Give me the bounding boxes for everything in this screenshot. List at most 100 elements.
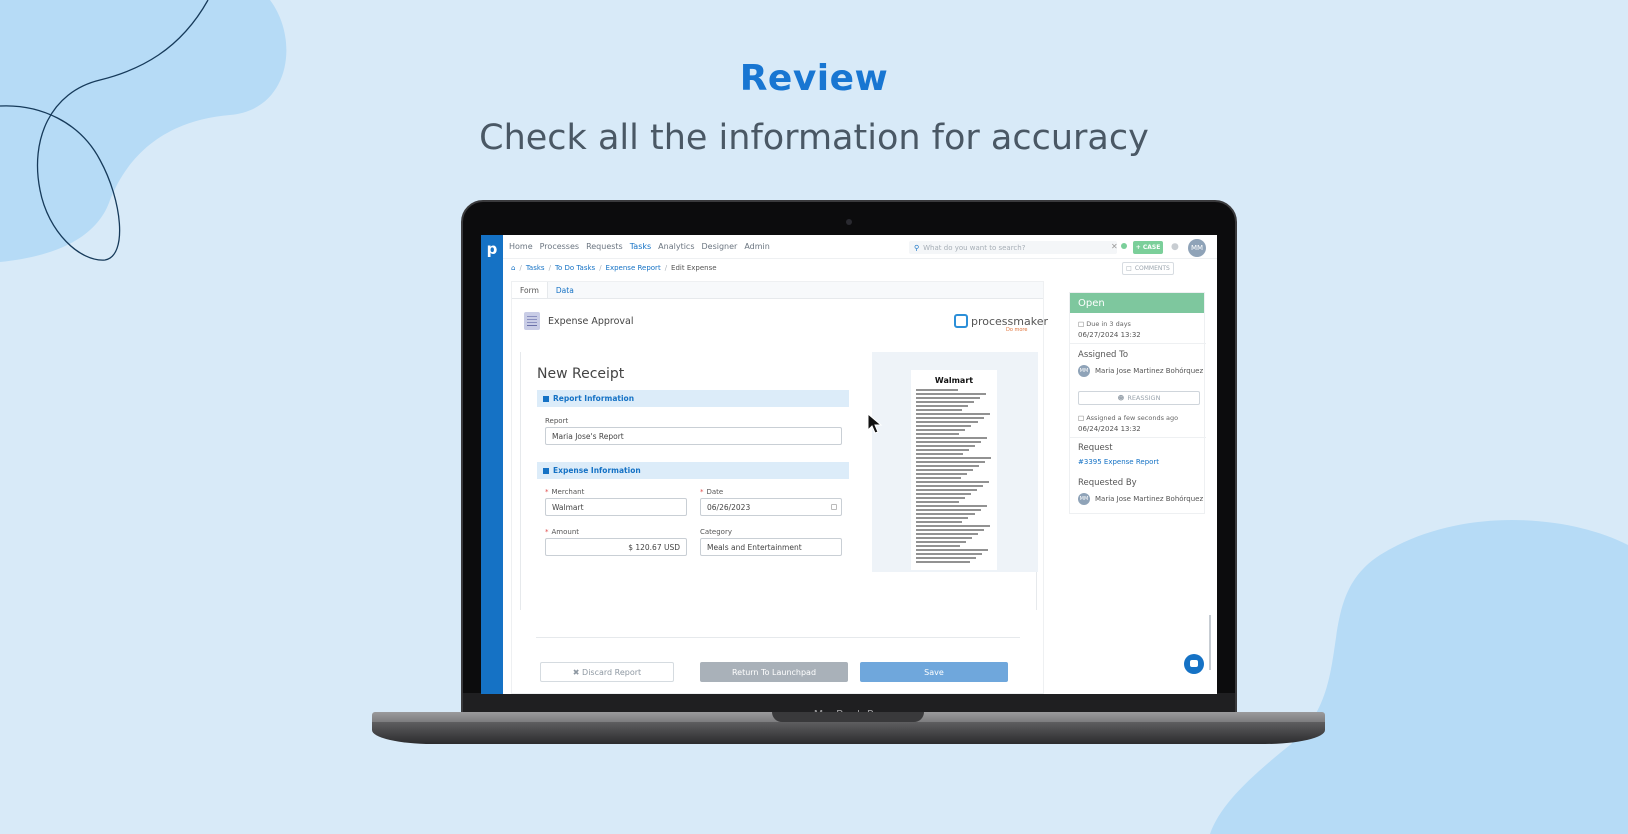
section-expense-information[interactable]: Expense Information [537,462,849,479]
receipt-text-line [916,397,980,399]
comment-icon: □ [1126,265,1132,272]
request-link[interactable]: #3395 Expense Report [1078,458,1159,466]
merchant-field[interactable]: Walmart [545,498,687,516]
date-value: 06/26/2023 [707,502,751,512]
nav-requests[interactable]: Requests [586,242,623,251]
logo-tagline: Do more [1006,327,1028,333]
scrollbar[interactable] [1209,615,1211,670]
search-input[interactable]: ⚲ What do you want to search? [909,241,1117,254]
receipt-text-line [916,449,970,451]
new-case-button[interactable]: + CASE [1133,241,1163,254]
breadcrumb-current: Edit Expense [671,264,717,272]
amount-field[interactable]: $ 120.67 USD [545,538,687,556]
laptop-base [372,722,1325,744]
comments-button[interactable]: □ COMMENTS [1122,262,1174,275]
assigned-ago: □ Assigned a few seconds ago [1078,414,1179,422]
assignee-name: Maria Jose Martinez Bohórquez [1095,367,1204,375]
return-to-launchpad-button[interactable]: Return To Launchpad [700,662,848,682]
section-report-information[interactable]: Report Information [537,390,849,407]
date-field[interactable]: 06/26/2023 [700,498,842,516]
merchant-value: Walmart [552,502,584,512]
hero-subtitle: Check all the information for accuracy [479,118,1149,158]
user-avatar[interactable]: MM [1188,239,1206,257]
receipt-text-line [916,405,968,407]
receipt-text-line [916,457,992,459]
assignee-row: MM Maria Jose Martinez Bohórquez [1078,365,1203,377]
background-shape-bottom-right [1210,520,1628,834]
divider [1070,437,1206,438]
breadcrumb-todo-tasks[interactable]: To Do Tasks [555,264,595,272]
avatar: MM [1078,493,1090,505]
nav-designer[interactable]: Designer [702,242,738,251]
breadcrumb-expense-report[interactable]: Expense Report [606,264,661,272]
required-marker: * [545,528,549,536]
tab-form[interactable]: Form [512,282,548,298]
receipt-text-line [916,553,983,555]
save-button[interactable]: Save [860,662,1008,682]
reassign-label: REASSIGN [1127,394,1161,402]
report-label: Report [545,417,569,425]
section-toggle-icon [543,395,549,402]
laptop-notch [772,712,924,722]
date-label: * Date [700,488,724,496]
category-value: Meals and Entertainment [707,542,802,552]
merchant-label: * Merchant [545,488,585,496]
nav-tasks[interactable]: Tasks [630,242,651,251]
home-icon[interactable]: ⌂ [511,264,515,272]
calendar-icon[interactable] [831,504,837,510]
comments-label: COMMENTS [1134,265,1170,272]
receipt-text-line [916,389,958,391]
receipt-text-line [916,453,964,455]
clear-search-icon[interactable]: ✕ [1111,242,1118,251]
processmaker-mark-icon [954,314,968,328]
receipt-text-line [916,505,987,507]
assigned-to-heading: Assigned To [1078,350,1129,360]
receipt-text-line [916,497,965,499]
calendar-icon: □ [1078,320,1087,328]
section-toggle-icon [543,467,549,474]
receipt-text-line [916,549,989,551]
divider [1070,343,1206,344]
search-placeholder: What do you want to search? [923,243,1026,252]
receipt-text-line [916,461,986,463]
receipt-text-line [916,561,970,563]
receipt-text-line [916,517,969,519]
processmaker-logo-icon[interactable]: p [486,241,498,257]
bell-icon[interactable]: ● [1171,242,1179,252]
receipt-text-line [916,541,967,543]
request-heading: Request [1078,443,1113,453]
app-screen: p Home Processes Requests Tasks Analytic… [481,235,1217,694]
nav-analytics[interactable]: Analytics [658,242,694,251]
nav-processes[interactable]: Processes [540,242,579,251]
processmaker-logo: processmaker Do more [954,314,1048,333]
receipt-preview: Walmart [872,352,1038,572]
receipt-text-line [916,433,960,435]
tab-data[interactable]: Data [548,282,582,298]
requester-name: Maria Jose Martinez Bohórquez [1095,495,1204,503]
breadcrumb-tasks[interactable]: Tasks [526,264,545,272]
form-panel: Form Data Expense Approval processmaker … [511,281,1048,694]
reassign-button[interactable]: ☻ REASSIGN [1078,391,1200,405]
receipt-text-line [916,469,973,471]
request-info: Request #3395 Expense Report [1078,443,1159,466]
nav-admin[interactable]: Admin [744,242,770,251]
mouse-cursor-icon [867,413,883,434]
document-icon [524,312,540,330]
form-header-title: Expense Approval [548,315,634,327]
receipt-text-line [916,481,989,483]
amount-label: * Amount [545,528,580,536]
section-report-label: Report Information [553,394,635,403]
receipt-text-line [916,477,961,479]
requested-by-heading: Requested By [1078,478,1137,488]
category-field[interactable]: Meals and Entertainment [700,538,842,556]
chat-icon[interactable] [1184,654,1204,674]
section-expense-label: Expense Information [553,466,641,475]
requester-row: MM Maria Jose Martinez Bohórquez [1078,493,1203,505]
search-status-icon [1121,243,1127,249]
receipt-image: Walmart [911,370,997,570]
discard-report-button[interactable]: ✖ Discard Report [540,662,674,682]
receipt-text-line [916,413,990,415]
report-field[interactable]: Maria Jose's Report [545,427,842,445]
nav-home[interactable]: Home [509,242,533,251]
receipt-text-line [916,421,978,423]
